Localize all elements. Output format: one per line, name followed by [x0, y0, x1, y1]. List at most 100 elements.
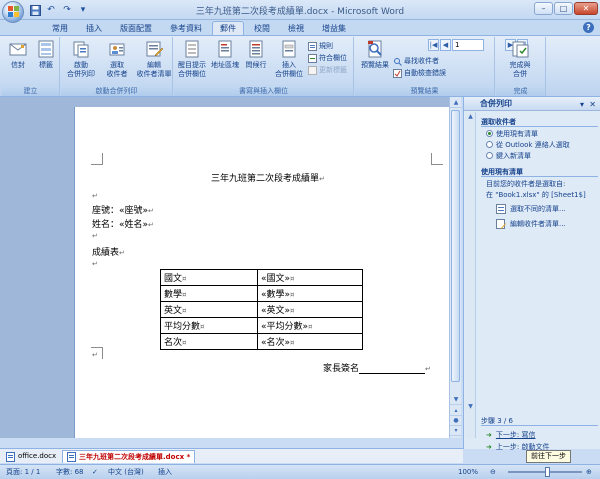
- greeting-line-button[interactable]: 問候行: [242, 39, 270, 70]
- update-labels-icon: [308, 66, 317, 75]
- field-cell[interactable]: «數學»¤: [257, 285, 363, 302]
- radio-button[interactable]: [486, 141, 493, 148]
- match-fields-button[interactable]: 符合欄位: [308, 53, 347, 64]
- save-button[interactable]: [28, 4, 42, 17]
- task-pane-close-icon[interactable]: ✕: [589, 98, 596, 112]
- task-pane-scrollbar[interactable]: ▲ ▼: [465, 112, 476, 438]
- insert-mode-indicator[interactable]: 插入: [158, 467, 172, 478]
- tab-mailings[interactable]: 郵件: [212, 21, 244, 35]
- task-pane-scroll-up[interactable]: ▲: [465, 112, 476, 122]
- paragraph-mark: ↵: [148, 207, 154, 215]
- highlight-merge-fields-button[interactable]: 醒目提示 合併欄位: [176, 39, 208, 79]
- auto-check-errors-button[interactable]: 自動檢查錯誤: [393, 68, 446, 79]
- seat-number-text: 座號：«座號»: [92, 206, 149, 216]
- option-new-list[interactable]: 鍵入新清單: [486, 150, 570, 161]
- subject-cell[interactable]: 平均分數¤: [160, 317, 258, 334]
- cursor-line: ↵: [92, 191, 98, 201]
- tab-add-ins[interactable]: 增益集: [314, 21, 354, 35]
- maximize-button[interactable]: □: [554, 2, 573, 15]
- window-title: 三年九班第二次段考成績單.docx - Microsoft Word: [195, 7, 405, 17]
- record-number-input[interactable]: 1: [452, 39, 484, 51]
- radio-button[interactable]: [486, 152, 493, 159]
- highlight-label-1: 醒目提示: [178, 61, 206, 69]
- doc-tab-report-card[interactable]: 三年九班第二次段考成績單.docx *: [62, 450, 196, 463]
- select-other-list-label: 選取不同的清單...: [510, 205, 566, 213]
- language-indicator[interactable]: 中文 (台灣): [108, 467, 144, 478]
- edit-recipient-list-link[interactable]: 編輯收件者清單...: [496, 218, 566, 230]
- tab-insert[interactable]: 插入: [78, 21, 110, 35]
- field-cell[interactable]: «國文»¤: [257, 269, 363, 286]
- next-page-button[interactable]: ▾: [450, 425, 462, 436]
- select-recipients-button[interactable]: 選取 收件者: [101, 39, 133, 79]
- address-block-button[interactable]: 地址區塊: [209, 39, 241, 70]
- address-block-label: 地址區塊: [211, 61, 239, 69]
- zoom-level[interactable]: 100%: [458, 467, 478, 478]
- preview-results-label: 預覽結果: [361, 61, 389, 69]
- next-step-link[interactable]: ➜ 下一步: 寫信: [486, 429, 535, 441]
- subject-cell[interactable]: 國文¤: [160, 269, 258, 286]
- minimize-button[interactable]: –: [534, 2, 553, 15]
- subject-cell[interactable]: 名次¤: [160, 333, 258, 350]
- customize-qat-button[interactable]: ▾: [76, 4, 90, 17]
- field-cell[interactable]: «英文»¤: [257, 301, 363, 318]
- scroll-up-arrow[interactable]: ▲: [450, 97, 462, 108]
- office-button[interactable]: [2, 1, 24, 23]
- envelopes-button[interactable]: 信封: [4, 39, 32, 70]
- subject-cell[interactable]: 數學¤: [160, 285, 258, 302]
- greeting-line-icon: [246, 39, 266, 59]
- finish-label-2: 合併: [513, 70, 527, 78]
- cell-mark: ¤: [290, 291, 295, 299]
- zoom-in-button[interactable]: ⊕: [586, 467, 592, 478]
- tab-references[interactable]: 參考資料: [162, 21, 210, 35]
- update-labels-button[interactable]: 更新標籤: [308, 65, 347, 76]
- spelling-check-icon[interactable]: ✓: [92, 467, 98, 478]
- tab-review[interactable]: 校閱: [246, 21, 278, 35]
- zoom-out-button[interactable]: ⊖: [490, 467, 496, 478]
- subject-cell[interactable]: 英文¤: [160, 301, 258, 318]
- doc-tab-office[interactable]: office.docx: [2, 450, 60, 463]
- finish-label-1: 完成與: [509, 61, 531, 69]
- tab-home[interactable]: 常用: [44, 21, 76, 35]
- scroll-thumb[interactable]: [451, 110, 460, 382]
- edit-recipient-list-button[interactable]: 編輯 收件者清單: [135, 39, 173, 79]
- cell-mark: ¤: [182, 339, 187, 347]
- word-count[interactable]: 字數: 68: [56, 467, 84, 478]
- tab-page-layout[interactable]: 版面配置: [112, 21, 160, 35]
- group-create-label: 建立: [2, 86, 59, 96]
- start-merge-button[interactable]: 啟動 合併列印: [64, 39, 98, 79]
- select-other-list-link[interactable]: 選取不同的清單...: [496, 203, 566, 215]
- find-recipient-icon: [393, 57, 402, 66]
- rules-button[interactable]: 規則: [308, 41, 333, 52]
- help-icon[interactable]: ?: [583, 22, 594, 33]
- paragraph-mark: ↵: [319, 175, 325, 183]
- zoom-slider-handle[interactable]: [545, 467, 550, 477]
- highlight-fields-icon: [182, 39, 202, 59]
- scroll-down-arrow[interactable]: ▼: [450, 394, 462, 405]
- undo-button[interactable]: ↶: [44, 4, 58, 17]
- field-cell[interactable]: «平均分數»¤: [257, 317, 363, 334]
- task-pane-menu-icon[interactable]: ▾: [580, 98, 584, 112]
- table-row: 名次¤ «名次»¤: [160, 333, 363, 350]
- insert-merge-field-button[interactable]: 插入 合併欄位: [272, 39, 306, 79]
- document-vertical-scrollbar[interactable]: ▲ ▼ ▴ ● ▾: [449, 97, 462, 438]
- field-cell[interactable]: «名次»¤: [257, 333, 363, 350]
- task-pane-scroll-down[interactable]: ▼: [465, 402, 476, 412]
- save-icon: [29, 4, 41, 16]
- tab-view[interactable]: 檢視: [280, 21, 312, 35]
- option-existing-list[interactable]: 使用現有清單: [486, 128, 570, 139]
- student-name-text: 姓名：«姓名»: [92, 220, 149, 230]
- previous-record-button[interactable]: ◀: [440, 39, 451, 51]
- update-labels-label: 更新標籤: [319, 66, 347, 74]
- find-recipient-button[interactable]: 尋找收件者: [393, 56, 439, 67]
- page-count[interactable]: 頁面: 1 / 1: [6, 467, 40, 478]
- first-record-button[interactable]: |◀: [428, 39, 439, 51]
- option-outlook-contacts[interactable]: 從 Outlook 連絡人選取: [486, 139, 570, 150]
- redo-button[interactable]: ↷: [60, 4, 74, 17]
- finish-merge-button[interactable]: 完成與 合併: [502, 39, 538, 79]
- radio-button[interactable]: [486, 130, 493, 137]
- labels-button[interactable]: 標籤: [32, 39, 60, 70]
- close-button[interactable]: ✕: [574, 2, 598, 15]
- document-page[interactable]: 三年九班第二次段考成績單↵ ↵ 座號：«座號»↵ 姓名：«姓名»↵ ↵ 成績表↵…: [74, 107, 461, 438]
- title-bar: 三年九班第二次段考成績單.docx - Microsoft Word – □ ✕: [0, 0, 600, 20]
- preview-results-button[interactable]: 預覽結果: [359, 39, 391, 70]
